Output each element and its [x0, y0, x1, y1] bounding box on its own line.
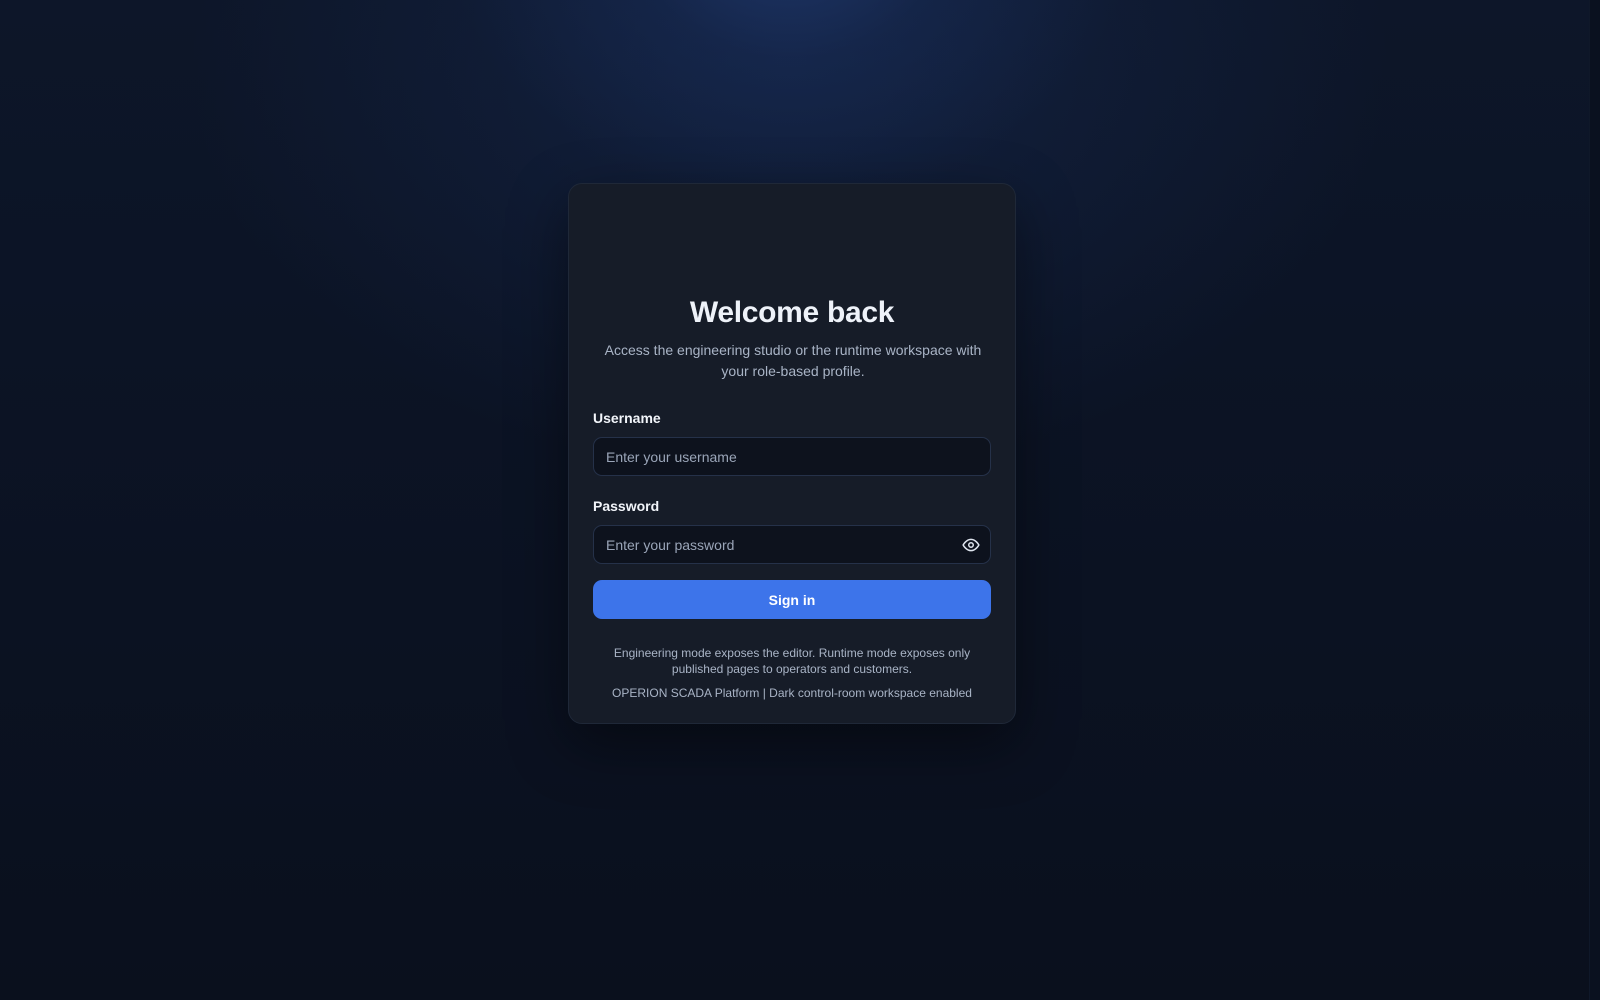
username-label: Username [593, 410, 661, 426]
sign-in-button[interactable]: Sign in [593, 580, 991, 619]
password-field-wrapper [593, 525, 991, 564]
username-input[interactable] [594, 438, 990, 475]
scrollbar-track [1589, 0, 1600, 1000]
mode-info-text: Engineering mode exposes the editor. Run… [613, 646, 971, 676]
username-field-wrapper [593, 437, 991, 476]
password-label: Password [593, 498, 660, 514]
page-title: Welcome back [689, 296, 895, 329]
login-card: Welcome back Access the engineering stud… [568, 183, 1016, 724]
platform-footer: OPERION SCADA Platform | Dark control-ro… [612, 686, 972, 700]
page-subtitle: Access the engineering studio or the run… [604, 342, 982, 379]
eye-icon[interactable] [962, 536, 980, 554]
password-input[interactable] [594, 526, 990, 563]
